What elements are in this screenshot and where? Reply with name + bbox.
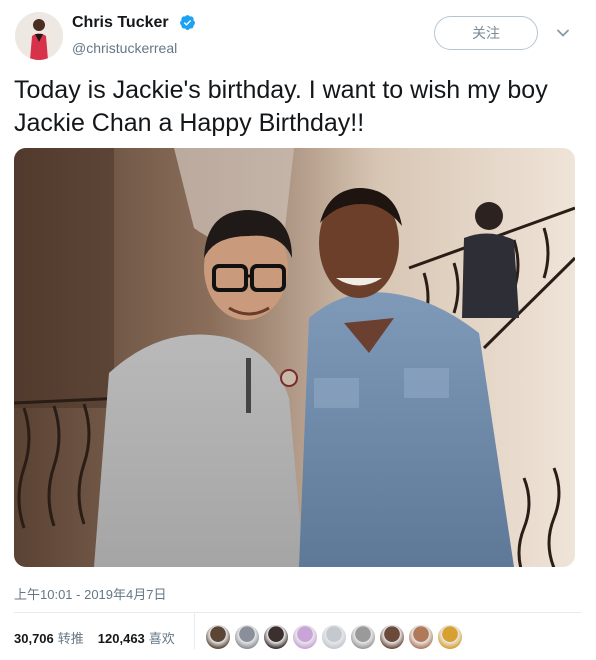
author-name[interactable]: Chris Tucker [72, 14, 169, 32]
liker-avatar[interactable] [350, 624, 376, 650]
liker-avatar[interactable] [408, 624, 434, 650]
stats-separator [194, 613, 195, 649]
liker-avatar[interactable] [234, 624, 260, 650]
liker-avatar[interactable] [379, 624, 405, 650]
tweet-stats: 30,706 转推 120,463 喜欢 [14, 628, 175, 647]
author-handle[interactable]: @christuckerreal [72, 40, 177, 56]
divider [14, 612, 582, 613]
liker-avatar[interactable] [205, 624, 231, 650]
verified-badge-icon [180, 15, 195, 30]
liker-avatar[interactable] [292, 624, 318, 650]
tweet-timestamp[interactable]: 上午10:01 - 2019年4月7日 [14, 584, 166, 603]
like-count[interactable]: 120,463 喜欢 [98, 628, 175, 647]
liker-avatars [205, 624, 466, 650]
follow-button[interactable]: 关注 [434, 16, 538, 50]
tweet-text: Today is Jackie's birthday. I want to wi… [14, 76, 548, 137]
author-avatar[interactable] [15, 12, 63, 60]
chevron-down-icon[interactable] [556, 26, 570, 40]
retweet-count[interactable]: 30,706 转推 [14, 628, 84, 647]
tweet-photo[interactable] [14, 148, 575, 567]
liker-avatar[interactable] [437, 624, 463, 650]
liker-avatar[interactable] [263, 624, 289, 650]
liker-avatar[interactable] [321, 624, 347, 650]
